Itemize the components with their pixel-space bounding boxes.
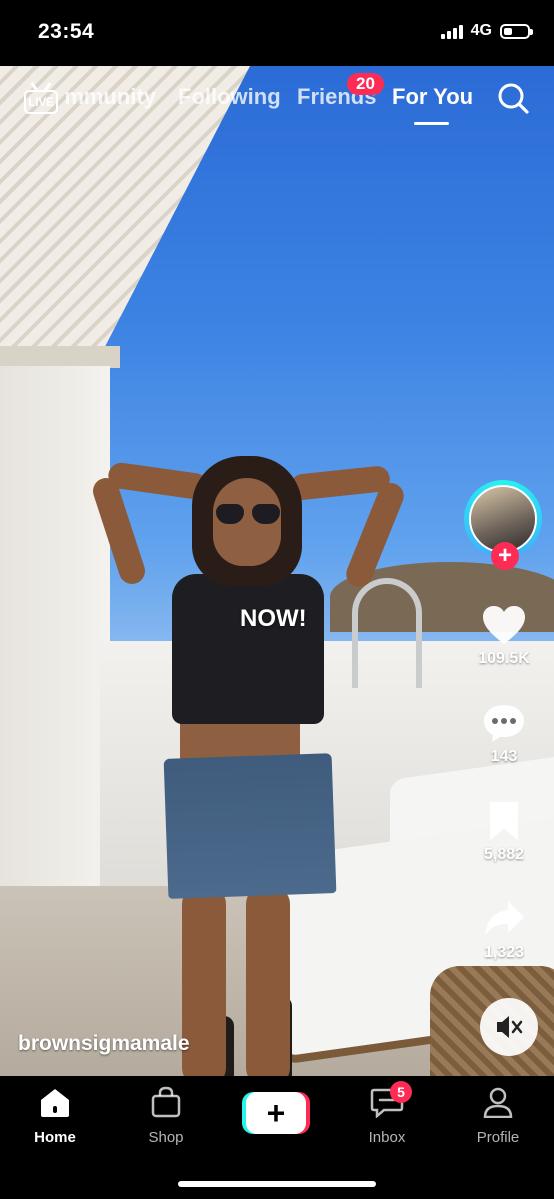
sunglasses-image xyxy=(216,504,280,524)
share-button[interactable]: 1,323 xyxy=(454,898,554,962)
create-plus-icon: + xyxy=(246,1092,306,1134)
tab-community[interactable]: mmunity xyxy=(56,84,156,110)
denim-skirt-image xyxy=(163,753,337,899)
home-icon xyxy=(41,1089,69,1117)
nav-shop[interactable]: Shop xyxy=(121,1086,211,1146)
tab-for-you[interactable]: For You xyxy=(392,84,473,110)
nav-profile[interactable]: Profile xyxy=(453,1086,543,1146)
nav-inbox[interactable]: 5 Inbox xyxy=(342,1081,432,1146)
tab-following[interactable]: Following xyxy=(178,84,281,110)
video-caption-text: NOW! xyxy=(240,605,307,632)
battery-level xyxy=(504,27,512,35)
live-tv-icon[interactable]: LIVE xyxy=(24,82,58,114)
network-type: 4G xyxy=(470,22,492,39)
top-nav: LIVE mmunity Following Friends 20 For Yo… xyxy=(0,73,554,130)
comment-button[interactable]: 143 xyxy=(454,702,554,766)
mute-button[interactable] xyxy=(480,998,538,1056)
profile-icon xyxy=(483,1087,513,1119)
status-time: 23:54 xyxy=(38,20,95,43)
share-arrow-icon xyxy=(485,901,524,936)
comment-icon xyxy=(484,705,524,742)
nav-shop-label: Shop xyxy=(148,1129,184,1146)
arm-image xyxy=(342,479,408,591)
black-top-image xyxy=(172,574,324,724)
person-figure xyxy=(89,456,408,1076)
home-indicator xyxy=(178,1181,376,1187)
battery-icon xyxy=(500,23,533,39)
shopping-bag-icon xyxy=(151,1086,181,1118)
nav-profile-label: Profile xyxy=(476,1129,520,1146)
beam-image xyxy=(0,346,120,368)
wall-image xyxy=(0,366,110,886)
bookmark-button[interactable]: 5,882 xyxy=(454,800,554,864)
search-icon[interactable] xyxy=(497,82,529,114)
create-button[interactable]: + xyxy=(242,1092,310,1134)
status-bar: 23:54 4G xyxy=(0,0,554,66)
speaker-muted-icon xyxy=(497,1016,523,1038)
signal-icon xyxy=(440,23,463,39)
comment-count: 143 xyxy=(490,748,518,765)
inbox-badge: 5 xyxy=(390,1081,412,1103)
creator-username[interactable]: brownsigmamale xyxy=(18,1032,190,1056)
like-button[interactable]: 109.5K xyxy=(454,604,554,668)
status-indicators: 4G xyxy=(440,22,533,40)
creator-avatar[interactable]: + xyxy=(464,480,542,570)
nav-inbox-label: Inbox xyxy=(368,1129,406,1146)
bookmark-count: 5,882 xyxy=(483,846,525,863)
like-count: 109.5K xyxy=(478,650,530,667)
active-tab-indicator xyxy=(414,122,449,125)
friends-badge: 20 xyxy=(347,73,384,95)
heart-icon xyxy=(483,606,525,644)
share-count: 1,323 xyxy=(483,944,525,961)
leg-image xyxy=(246,886,290,1076)
bookmark-icon xyxy=(490,802,518,840)
nav-home-label: Home xyxy=(34,1129,76,1146)
live-label: LIVE xyxy=(24,90,58,114)
nav-home[interactable]: Home xyxy=(10,1086,100,1146)
follow-button[interactable]: + xyxy=(491,542,519,570)
